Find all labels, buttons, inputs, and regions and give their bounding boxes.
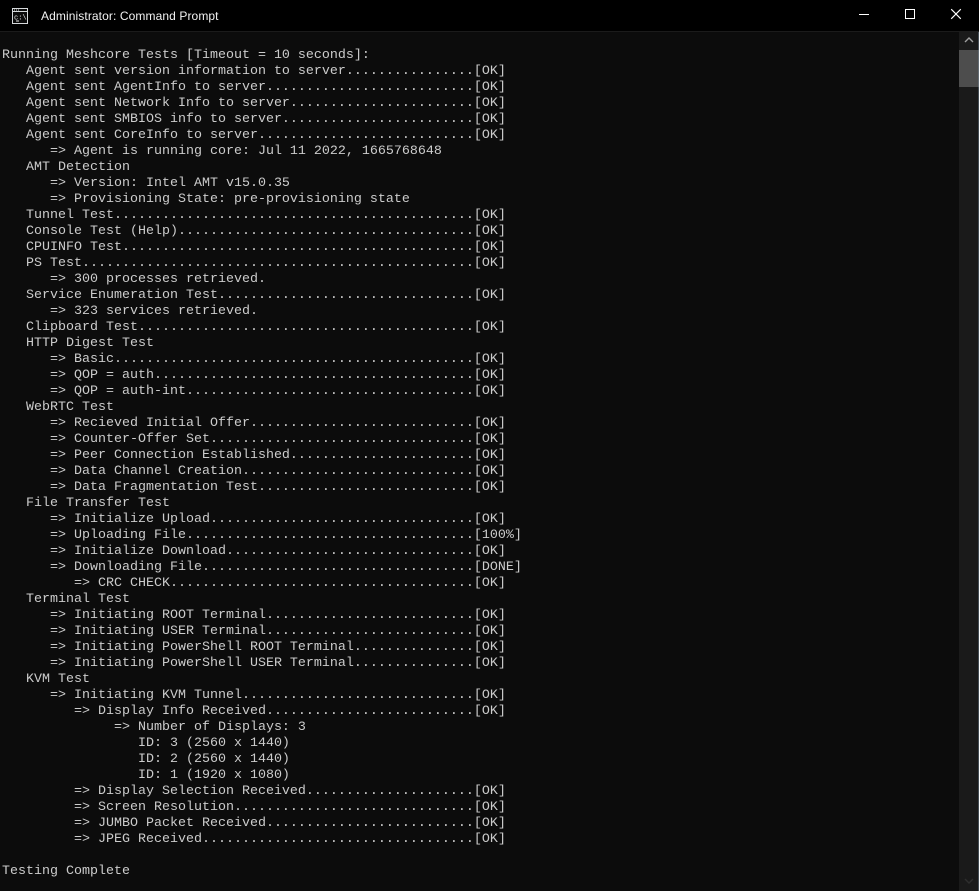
command-prompt-window: c:\ Administrator: Command Prompt — [0, 0, 979, 891]
terminal-output[interactable]: Running Meshcore Tests [Timeout = 10 sec… — [0, 32, 959, 891]
minimize-button[interactable] — [841, 0, 887, 32]
scrollbar-thumb[interactable] — [959, 50, 979, 87]
chevron-down-icon — [962, 873, 976, 891]
scrollbar-up-button[interactable] — [959, 34, 979, 48]
minimize-icon — [856, 6, 872, 25]
scrollbar-down-button[interactable] — [959, 875, 979, 889]
svg-text:c:\: c:\ — [14, 14, 27, 22]
maximize-icon — [902, 6, 918, 25]
maximize-button[interactable] — [887, 0, 933, 32]
titlebar[interactable]: c:\ Administrator: Command Prompt — [0, 0, 979, 32]
cmd-prompt-icon[interactable]: c:\ — [12, 8, 28, 24]
vertical-scrollbar[interactable] — [959, 32, 979, 891]
window-title: Administrator: Command Prompt — [41, 9, 219, 23]
close-icon — [948, 6, 964, 25]
chevron-up-icon — [962, 32, 976, 50]
close-button[interactable] — [933, 0, 979, 32]
